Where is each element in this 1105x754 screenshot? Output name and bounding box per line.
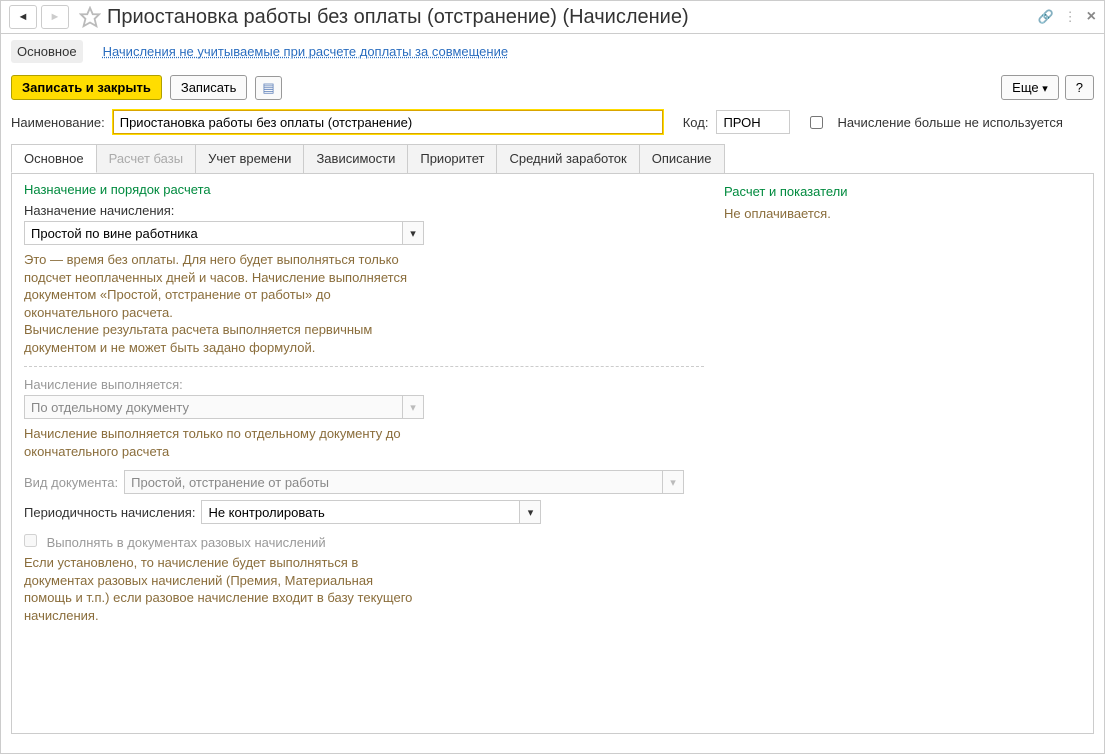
doc-type-dropdown-button: ▾ [662,470,684,494]
exec-label: Начисление выполняется: [24,377,684,392]
exec-description: Начисление выполняется только по отдельн… [24,425,424,460]
chevron-down-icon: ▾ [410,401,416,414]
doc-type-select [124,470,662,494]
assignment-select[interactable] [24,221,402,245]
tab-desc[interactable]: Описание [639,144,725,173]
chevron-down-icon: ▾ [670,476,676,489]
chevron-down-icon: ▾ [1042,83,1048,95]
section-calc-title: Расчет и показатели [724,184,1081,199]
section-divider [24,366,704,367]
exec-once-description: Если установлено, то начисление будет вы… [24,554,424,624]
chevron-down-icon: ▾ [410,227,416,240]
period-dropdown-button[interactable]: ▾ [519,500,541,524]
more-button[interactable]: Еще ▾ [1001,75,1059,100]
document-icon: ▤ [262,80,274,95]
assignment-label: Назначение начисления: [24,203,684,218]
calc-text: Не оплачивается. [724,205,1081,223]
topnav-main[interactable]: Основное [11,40,83,63]
save-button[interactable]: Записать [170,75,248,100]
page-title: Приостановка работы без оплаты (отстране… [107,6,689,29]
name-label: Наименование: [11,115,105,130]
help-button[interactable]: ? [1065,75,1094,100]
arrow-right-icon: ► [50,11,61,23]
code-label: Код: [683,115,709,130]
period-select[interactable] [201,500,519,524]
report-button[interactable]: ▤ [255,76,281,100]
link-icon[interactable]: 🔗 [1037,9,1053,25]
tab-priority[interactable]: Приоритет [407,144,497,173]
period-label: Периодичность начисления: [24,505,195,520]
assignment-dropdown-button[interactable]: ▾ [402,221,424,245]
forward-button[interactable]: ► [41,5,69,29]
chevron-down-icon: ▾ [528,506,534,519]
arrow-left-icon: ◄ [18,11,29,23]
tab-avg[interactable]: Средний заработок [496,144,639,173]
exec-once-checkbox [24,534,37,547]
code-input[interactable] [716,110,790,134]
tab-deps[interactable]: Зависимости [303,144,408,173]
topnav-link[interactable]: Начисления не учитываемые при расчете до… [97,40,515,63]
tab-time[interactable]: Учет времени [195,144,304,173]
section-assignment-title: Назначение и порядок расчета [24,182,684,197]
back-button[interactable]: ◄ [9,5,37,29]
save-and-close-button[interactable]: Записать и закрыть [11,75,162,100]
doc-type-label: Вид документа: [24,475,118,490]
exec-select [24,395,402,419]
tab-base[interactable]: Расчет базы [96,144,197,173]
close-icon[interactable]: × [1087,8,1096,26]
not-used-label: Начисление больше не используется [837,115,1062,130]
kebab-menu-icon[interactable]: ⋮ [1064,9,1077,25]
assignment-description: Это — время без оплаты. Для него будет в… [24,251,424,356]
exec-dropdown-button: ▾ [402,395,424,419]
exec-once-label: Выполнять в документах разовых начислени… [47,535,326,550]
tab-main[interactable]: Основное [11,144,97,173]
not-used-checkbox[interactable] [810,116,823,129]
name-input[interactable] [113,110,663,134]
favorite-star-icon[interactable] [79,6,101,28]
